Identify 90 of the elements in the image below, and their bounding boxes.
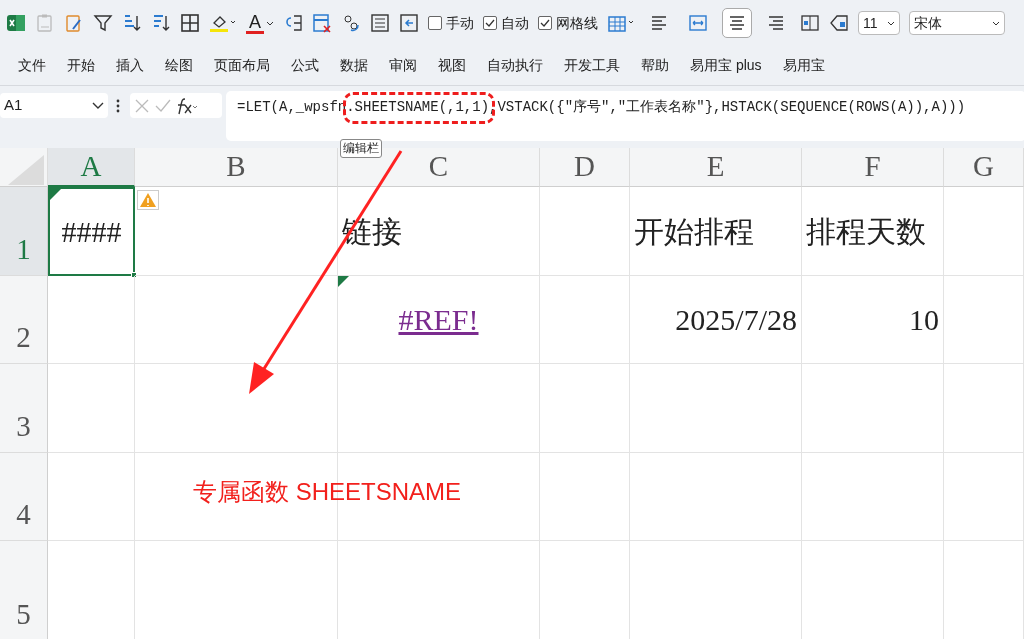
annotation-text: 专属函数 SHEETSNAME xyxy=(193,477,462,507)
menu-tab[interactable]: 自动执行 xyxy=(477,55,554,76)
align-right-icon xyxy=(766,13,786,33)
grid-cell[interactable] xyxy=(540,187,630,276)
borders-icon[interactable] xyxy=(180,13,200,33)
column-header[interactable]: G xyxy=(944,148,1024,187)
font-color-button[interactable]: A xyxy=(246,12,274,34)
confirm-icon[interactable] xyxy=(155,97,171,114)
tooltip: 编辑栏 xyxy=(340,139,382,158)
grid-cell[interactable] xyxy=(944,187,1024,276)
menu-tab[interactable]: 插入 xyxy=(106,55,155,76)
menu-tab[interactable]: 帮助 xyxy=(631,55,680,76)
filter-icon[interactable] xyxy=(93,13,113,33)
grid-cell[interactable] xyxy=(48,453,135,541)
grid-cell[interactable] xyxy=(540,453,630,541)
page-layout-icon[interactable] xyxy=(370,13,390,33)
menu-tab[interactable]: 开发工具 xyxy=(554,55,631,76)
grid-cell[interactable] xyxy=(338,364,540,453)
cell-text: #### xyxy=(61,214,122,250)
tag-icon[interactable] xyxy=(829,13,849,33)
more-icon[interactable] xyxy=(116,99,120,113)
column-header[interactable]: E xyxy=(630,148,802,187)
column-header[interactable]: D xyxy=(540,148,630,187)
menu-tab[interactable]: 易用宝 xyxy=(772,55,836,76)
check-icon xyxy=(485,18,495,28)
warning-icon[interactable] xyxy=(137,190,159,210)
cancel-icon[interactable] xyxy=(134,97,150,114)
grid-cell[interactable] xyxy=(802,364,944,453)
menu-tab[interactable]: 文件 xyxy=(8,55,57,76)
menu-tab[interactable]: 审阅 xyxy=(379,55,428,76)
grid-cell[interactable] xyxy=(944,276,1024,364)
align-center-icon xyxy=(727,13,747,33)
caret-icon xyxy=(992,19,1000,27)
sort-ascending-icon[interactable] xyxy=(122,13,142,33)
menu-tab[interactable]: 开始 xyxy=(57,55,106,76)
cell-text: 排程天数 xyxy=(806,213,926,250)
align-left-icon xyxy=(649,13,669,33)
grid-cell[interactable] xyxy=(540,364,630,453)
freeze-icon[interactable] xyxy=(399,13,419,33)
grid-cell[interactable] xyxy=(48,276,135,364)
cell-text: 10 xyxy=(909,302,939,338)
merge-center-icon xyxy=(688,13,708,33)
clipboard-icon[interactable] xyxy=(35,13,55,33)
select-all-corner[interactable] xyxy=(0,148,48,187)
grid-cell[interactable] xyxy=(135,187,338,276)
column-header[interactable]: A xyxy=(48,148,135,187)
menu-tab[interactable]: 视图 xyxy=(428,55,477,76)
menu-tab[interactable]: 易用宝 plus xyxy=(680,55,773,76)
column-header[interactable]: F xyxy=(802,148,944,187)
align-center-button[interactable] xyxy=(722,8,752,38)
grid-cell[interactable] xyxy=(630,364,802,453)
grid-cell[interactable] xyxy=(802,453,944,541)
table-style-icon[interactable] xyxy=(607,13,635,33)
font-name-select[interactable]: 宋体 xyxy=(909,11,1005,35)
row-header[interactable]: 1 xyxy=(0,187,48,276)
column-header[interactable]: B xyxy=(135,148,338,187)
grid-cell[interactable] xyxy=(630,453,802,541)
spreadsheet-logo-icon[interactable] xyxy=(6,13,26,33)
wrap-text-icon[interactable] xyxy=(800,13,820,33)
grid-cell[interactable] xyxy=(135,276,338,364)
row-header[interactable]: 5 xyxy=(0,541,48,639)
caret-icon xyxy=(887,19,895,27)
checkbox[interactable]: 自动 xyxy=(483,12,529,34)
menu-tab[interactable]: 数据 xyxy=(330,55,379,76)
cell-text: 开始排程 xyxy=(634,213,754,250)
fill-handle[interactable] xyxy=(131,272,137,278)
check-icon xyxy=(540,18,550,28)
row-header[interactable]: 3 xyxy=(0,364,48,453)
function-icon[interactable] xyxy=(176,96,198,115)
row-header[interactable]: 2 xyxy=(0,276,48,364)
menu-tab[interactable]: 页面布局 xyxy=(204,55,281,76)
format-painter-icon[interactable] xyxy=(64,13,84,33)
caret-icon xyxy=(92,101,104,110)
menu-tab[interactable]: 绘图 xyxy=(155,55,204,76)
name-box[interactable]: A1 xyxy=(0,93,108,118)
caret-icon[interactable] xyxy=(266,19,274,27)
checkbox[interactable]: 手动 xyxy=(428,12,474,34)
cell-link[interactable]: #REF! xyxy=(398,297,479,342)
checkbox[interactable]: 网格线 xyxy=(538,12,598,34)
cell-text: 2025/7/28 xyxy=(675,302,797,338)
formula-field[interactable]: =LET(A,_wpsfn.SHEETSNAME(,1,1),VSTACK({"序号","工作表名称"},HSTACK(SEQUENCE(ROWS(A)),A))) xyxy=(226,91,1024,141)
grid-cell[interactable] xyxy=(944,364,1024,453)
row-header[interactable]: 4 xyxy=(0,453,48,541)
menu-tab[interactable]: 公式 xyxy=(281,55,330,76)
grid-cell[interactable] xyxy=(48,364,135,453)
font-size-select[interactable]: 11 xyxy=(858,11,900,35)
sort-descending-icon[interactable] xyxy=(151,13,171,33)
clear-icon[interactable] xyxy=(312,13,332,33)
grid-cell[interactable] xyxy=(944,453,1024,541)
grid-cell[interactable] xyxy=(540,276,630,364)
